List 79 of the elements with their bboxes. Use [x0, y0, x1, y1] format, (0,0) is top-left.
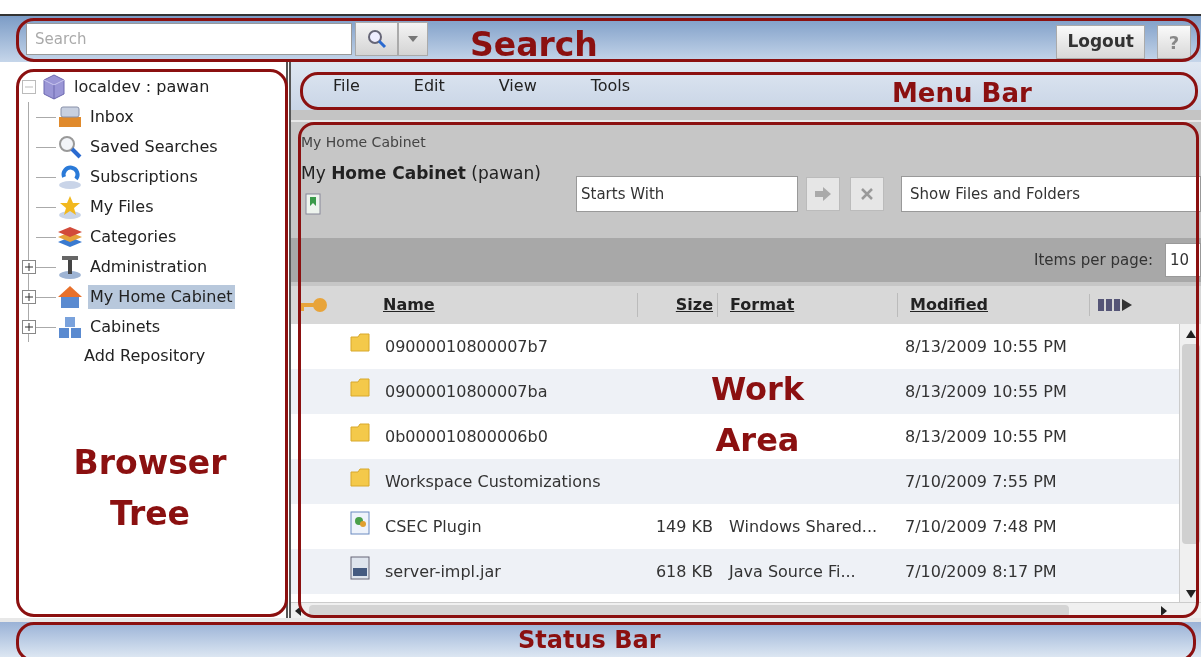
tree-item[interactable]: My Files [88, 195, 156, 219]
view-select[interactable]: Show Files and Folders [901, 176, 1201, 212]
menu-item[interactable]: Tools [588, 74, 633, 98]
columns-icon [1098, 297, 1132, 313]
archive-icon [349, 555, 371, 580]
table-cell-text: CSEC Plugin [385, 515, 482, 538]
breadcrumb[interactable]: My Home Cabinet [301, 132, 1201, 153]
go-button[interactable] [806, 177, 840, 211]
server-icon [40, 73, 68, 101]
table-cell: Windows Shared... [729, 516, 878, 536]
expand-toggle[interactable] [22, 320, 36, 334]
cabinet-title: My Home Cabinet (pawan) [301, 162, 542, 185]
tree-item[interactable]: Inbox [88, 105, 136, 129]
annotation-label: Work [709, 369, 806, 409]
filter-field[interactable]: Starts With [576, 176, 798, 212]
table-cell-text: 09000010800007ba [385, 380, 548, 403]
search-field[interactable]: Search [26, 23, 352, 55]
expand-toggle[interactable] [22, 290, 36, 304]
table-cell: 7/10/2009 7:48 PM [905, 516, 1057, 536]
dropdown-button[interactable] [398, 22, 428, 56]
right-arrow-icon [1161, 605, 1167, 616]
arrow-icon [815, 187, 831, 201]
search-button[interactable] [355, 22, 398, 56]
menu-item[interactable]: View [496, 74, 539, 98]
table-cell: 8/13/2009 10:55 PM [905, 381, 1067, 401]
folder-icon [349, 330, 371, 355]
annotation-label: Status Bar [518, 626, 661, 654]
up-arrow-icon [1185, 330, 1196, 338]
down-arrow-icon [1185, 590, 1196, 598]
table-cell: 8/13/2009 10:55 PM [905, 426, 1067, 446]
magnifier-icon [56, 133, 84, 161]
table-cell-text: 0b000010800006b0 [385, 425, 548, 448]
menu-item[interactable]: Edit [411, 74, 447, 98]
tree-item[interactable]: My Home Cabinet [88, 285, 235, 309]
vertical-scrollbar[interactable] [1179, 324, 1201, 602]
bookmark-icon [305, 192, 321, 215]
tree-item[interactable]: Subscriptions [88, 165, 200, 189]
annotation-label: Tree [109, 493, 191, 535]
column-header[interactable]: Modified [910, 295, 988, 314]
annotation-label: Area [714, 420, 801, 460]
document-icon [349, 510, 371, 535]
table-cell: 618 KB [655, 561, 713, 581]
tree-item[interactable]: Categories [88, 225, 179, 249]
tree-item[interactable]: Cabinets [88, 315, 163, 339]
column-header[interactable]: Size [675, 295, 713, 314]
refresh-icon [56, 163, 84, 191]
pin-icon [56, 253, 84, 281]
search-icon [365, 28, 388, 50]
folder-icon [349, 465, 371, 490]
table-cell: 7/10/2009 7:55 PM [905, 471, 1057, 491]
house-icon [56, 283, 84, 311]
clear-button[interactable] [850, 177, 884, 211]
annotation-label: Menu Bar [892, 77, 1032, 110]
expand-toggle[interactable] [22, 260, 36, 274]
items-per-page-label: Items per page: [1034, 249, 1153, 271]
table-cell-text: Workspace Customizations [385, 470, 601, 493]
table-cell: Java Source Fi... [729, 561, 856, 581]
annotation-label: Browser [72, 442, 228, 484]
table-cell: 8/13/2009 10:55 PM [905, 336, 1067, 356]
table-cell: 149 KB [655, 516, 713, 536]
logout-button[interactable]: Logout [1056, 25, 1145, 59]
tree-item[interactable]: Administration [88, 255, 210, 279]
annotation-label: Search [470, 24, 598, 66]
column-header[interactable]: Format [730, 295, 795, 314]
folder-icon [349, 420, 371, 445]
items-per-page-field[interactable]: 10 [1165, 243, 1201, 277]
menu-item[interactable]: File [331, 74, 362, 98]
tree-item[interactable]: Saved Searches [88, 135, 220, 159]
table-cell: 7/10/2009 8:17 PM [905, 561, 1057, 581]
caret-icon [408, 36, 418, 42]
close-icon [861, 188, 873, 200]
tree-item[interactable]: localdev : pawan [74, 75, 210, 99]
table-cell-text: server-impl.jar [385, 560, 501, 583]
left-arrow-icon [295, 605, 301, 616]
add-repository-link[interactable]: Add Repository [84, 344, 286, 368]
folder-icon [349, 375, 371, 400]
collapse-toggle[interactable] [22, 80, 36, 94]
table-cell-text: 09000010800007b7 [385, 335, 548, 358]
column-header[interactable]: Name [383, 295, 435, 314]
